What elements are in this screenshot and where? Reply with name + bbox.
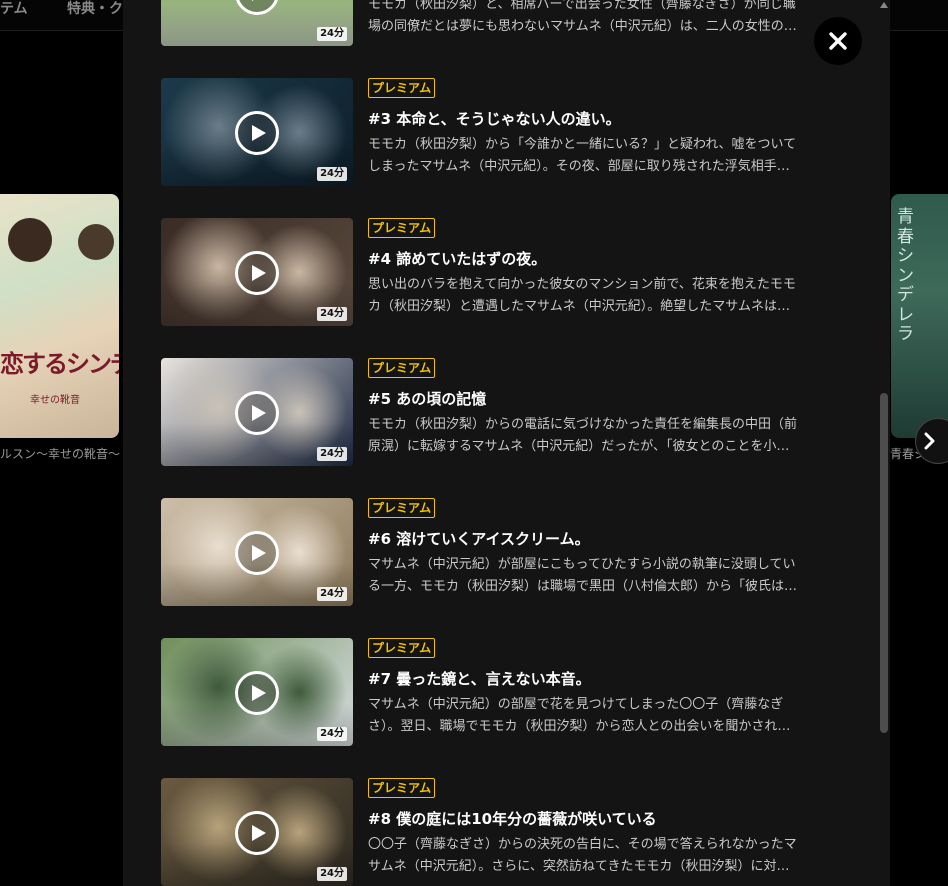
episode-item[interactable]: 24分 プレミアム #7 曇った鏡と、言えない本音。マサムネ（中沢元紀）の部屋で花を… — [161, 638, 861, 746]
play-icon[interactable] — [235, 671, 279, 715]
episode-thumbnail[interactable]: 24分 — [161, 78, 353, 186]
scroll-up-arrow-icon[interactable] — [880, 2, 888, 8]
episode-title[interactable]: #5 あの頃の記憶 — [368, 388, 486, 409]
scrollbar-thumb[interactable] — [880, 393, 888, 733]
episode-title[interactable]: #4 諦めていたはずの夜。 — [368, 248, 546, 269]
close-icon — [829, 32, 847, 50]
play-icon[interactable] — [235, 111, 279, 155]
episode-item[interactable]: 24分 プレミアム #6 溶けていくアイスクリーム。マサムネ（中沢元紀）が部屋にこも… — [161, 498, 861, 606]
duration-badge: 24分 — [317, 167, 347, 181]
episode-description: モモカ（秋田汐梨）から「今誰かと一緒にいる？」と疑われ、嘘をついて しまったマサム… — [368, 137, 797, 174]
episode-title[interactable]: #8 僕の庭には10年分の薔薇が咲いている — [368, 808, 657, 829]
episode-title[interactable]: #7 曇った鏡と、言えない本音。 — [368, 668, 591, 689]
play-icon[interactable] — [235, 531, 279, 575]
duration-badge: 24分 — [317, 727, 347, 741]
episode-item[interactable]: 24分 プレミアム #3 本命と、そうじゃない人の違い。モモカ（秋田汐梨）から「今誰… — [161, 78, 861, 186]
duration-badge: 24分 — [317, 27, 347, 41]
episode-title[interactable]: #6 溶けていくアイスクリーム。 — [368, 528, 590, 549]
episode-item[interactable]: 24分 プレミアム #5 あの頃の記憶モモカ（秋田汐梨）からの電話に気づけなかった責… — [161, 358, 861, 466]
episode-description: 思い出のバラを抱えて向かった彼女のマンション前で、花束を抱えたモモ カ（秋田汐梨）… — [368, 277, 796, 314]
card-figure — [8, 218, 52, 262]
episode-thumbnail[interactable]: 24分 — [161, 218, 353, 326]
episode-thumbnail[interactable]: 24分 — [161, 0, 353, 46]
chevron-right-icon — [924, 432, 935, 450]
play-icon[interactable] — [235, 811, 279, 855]
card-logo-text: 青春シンデレラ — [897, 207, 914, 345]
premium-badge: プレミアム — [368, 778, 436, 798]
premium-badge: プレミアム — [368, 78, 436, 98]
card-figure — [78, 224, 114, 260]
episode-thumbnail[interactable]: 24分 — [161, 498, 353, 606]
duration-badge: 24分 — [317, 587, 347, 601]
episode-thumbnail[interactable]: 24分 — [161, 638, 353, 746]
background-card-caption: ルスン〜幸せの靴音〜 — [0, 447, 121, 461]
episode-title[interactable]: #3 本命と、そうじゃない人の違い。 — [368, 108, 621, 129]
card-logo-subtitle: 幸せの靴音 — [30, 395, 80, 406]
premium-badge: プレミアム — [368, 358, 436, 378]
premium-badge: プレミアム — [368, 218, 436, 238]
premium-badge: プレミアム — [368, 638, 436, 658]
background-title-card-left[interactable]: 恋するシンデレラ 幸せの靴音 — [0, 194, 119, 438]
play-icon[interactable] — [235, 251, 279, 295]
duration-badge: 24分 — [317, 867, 347, 881]
episode-item[interactable]: 24分 モモカ（秋田汐梨）と、相席ハーで出会った女性（齊藤なぎさ）が同じ職 場の… — [161, 0, 861, 46]
premium-badge: プレミアム — [368, 498, 436, 518]
episode-thumbnail[interactable]: 24分 — [161, 358, 353, 466]
duration-badge: 24分 — [317, 307, 347, 321]
nav-item-partial[interactable]: 特典・ク — [67, 0, 123, 18]
background-title-card-right[interactable]: 青春シンデレラ — [891, 194, 948, 438]
play-icon[interactable] — [235, 391, 279, 435]
episode-description: 〇〇子（齊藤なぎさ）からの決死の告白に、その場で答えられなかったマ サムネ（中沢元… — [368, 837, 797, 874]
nav-item-partial[interactable]: テム — [0, 0, 28, 18]
duration-badge: 24分 — [317, 447, 347, 461]
episode-item[interactable]: 24分 プレミアム #8 僕の庭には10年分の薔薇が咲いている〇〇子（齊藤なぎさ）か… — [161, 778, 861, 886]
episode-thumbnail[interactable]: 24分 — [161, 778, 353, 886]
episode-description: モモカ（秋田汐梨）と、相席ハーで出会った女性（齊藤なぎさ）が同じ職 場の同僚だと… — [368, 0, 797, 34]
episode-description: マサムネ（中沢元紀）の部屋で花を見つけてしまった〇〇子（齊藤なぎ さ）。翌日、職場… — [368, 697, 791, 734]
episode-description: マサムネ（中沢元紀）が部屋にこもってひたすら小説の執筆に没頭してい る一方、モモカ… — [368, 557, 798, 594]
episode-item[interactable]: 24分 プレミアム #4 諦めていたはずの夜。思い出のバラを抱えて向かった彼女のマン… — [161, 218, 861, 326]
card-logo-text: 恋するシンデレラ — [0, 349, 119, 378]
episode-description: モモカ（秋田汐梨）からの電話に気づけなかった責任を編集長の中田（前 原滉）に転嫁す… — [368, 417, 798, 454]
close-modal-button[interactable] — [814, 17, 862, 65]
